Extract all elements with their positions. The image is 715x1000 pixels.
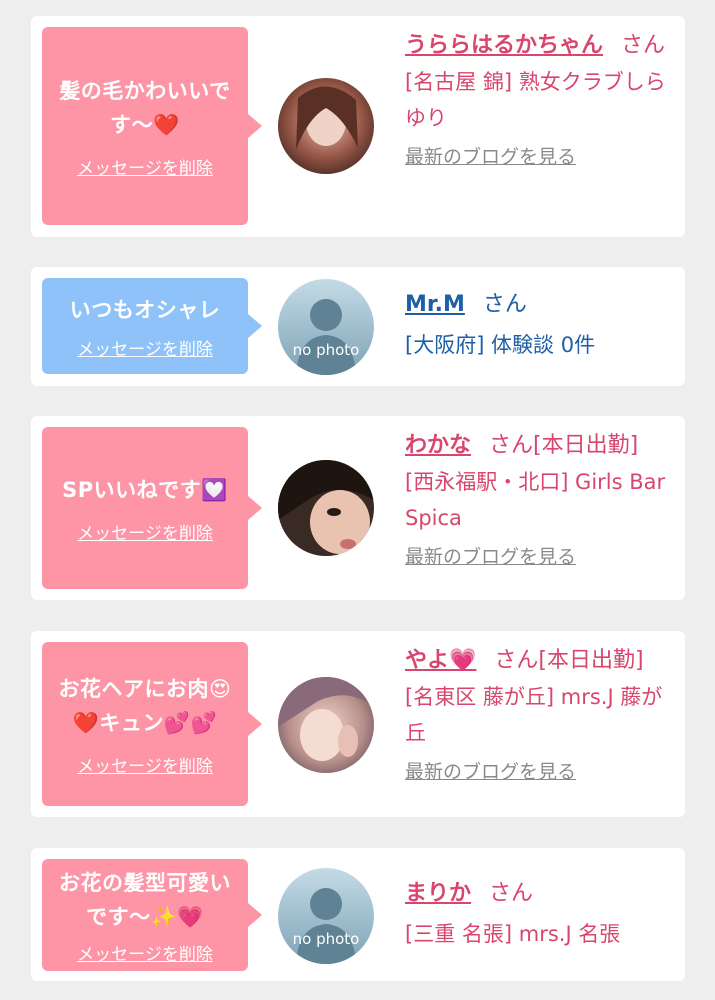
user-name-link[interactable]: まりか <box>405 881 471 906</box>
shop-info: [名東区 藤が丘] mrs.J 藤が丘 <box>405 685 663 745</box>
message-bubble: いつもオシャレ メッセージを削除 <box>42 278 262 374</box>
message-bubble: お花ヘアにお肉😍❤️キュン💕💕 メッセージを削除 <box>42 642 262 806</box>
user-name-link[interactable]: うららはるかちゃん <box>405 33 603 58</box>
shop-info: [名古屋 錦] 熟女クラブしらゆり <box>405 70 666 130</box>
message-text: お花の髪型可愛いです〜✨💗 <box>59 870 231 929</box>
shop-info: [大阪府] 体験談 0件 <box>405 333 596 357</box>
message-text: いつもオシャレ <box>69 297 221 322</box>
user-name-link[interactable]: やよ💗 <box>405 648 476 673</box>
honorific: さん <box>621 33 666 58</box>
user-info: うららはるかちゃん さん [名古屋 錦] 熟女クラブしらゆり 最新のブログを見る <box>405 28 675 172</box>
message-card: いつもオシャレ メッセージを削除 no photo Mr.M さん [大阪府] 体… <box>31 267 685 386</box>
message-card: お花の髪型可愛いです〜✨💗 メッセージを削除 no photo まりか さん [三… <box>31 848 685 981</box>
delete-message-link[interactable]: メッセージを削除 <box>77 752 213 777</box>
latest-blog-link[interactable]: 最新のブログを見る <box>405 542 576 572</box>
delete-message-link[interactable]: メッセージを削除 <box>77 154 213 179</box>
message-card: お花ヘアにお肉😍❤️キュン💕💕 メッセージを削除 やよ💗 さん[本日出勤] [名東… <box>31 631 685 817</box>
user-info: Mr.M さん [大阪府] 体験談 0件 <box>405 287 675 363</box>
no-photo-label: no photo <box>293 341 360 359</box>
user-info: まりか さん [三重 名張] mrs.J 名張 <box>405 876 675 952</box>
avatar[interactable] <box>278 460 374 556</box>
message-bubble: お花の髪型可愛いです〜✨💗 メッセージを削除 <box>42 859 262 971</box>
delete-message-link[interactable]: メッセージを削除 <box>77 519 213 544</box>
message-card: SPいいねです💟 メッセージを削除 わかな さん[本日出勤] [西永福駅・北口] … <box>31 416 685 600</box>
avatar[interactable] <box>278 78 374 174</box>
message-text: 髪の毛かわいいです〜❤️ <box>59 78 231 137</box>
message-bubble: 髪の毛かわいいです〜❤️ メッセージを削除 <box>42 27 262 225</box>
user-name-link[interactable]: わかな <box>405 433 471 458</box>
shop-info: [三重 名張] mrs.J 名張 <box>405 922 621 946</box>
message-card: 髪の毛かわいいです〜❤️ メッセージを削除 うららはるかちゃん さん [名古屋 錦… <box>31 16 685 237</box>
user-info: わかな さん[本日出勤] [西永福駅・北口] Girls Bar Spica 最新… <box>405 428 675 572</box>
honorific: さん[本日出勤] <box>494 648 644 673</box>
honorific: さん <box>482 292 527 317</box>
user-info: やよ💗 さん[本日出勤] [名東区 藤が丘] mrs.J 藤が丘 最新のブログを見… <box>405 643 675 787</box>
honorific: さん[本日出勤] <box>489 433 639 458</box>
no-photo-label: no photo <box>293 930 360 948</box>
delete-message-link[interactable]: メッセージを削除 <box>77 335 213 360</box>
honorific: さん <box>489 881 534 906</box>
avatar[interactable] <box>278 677 374 773</box>
user-name-link[interactable]: Mr.M <box>405 292 465 317</box>
message-text: SPいいねです💟 <box>62 477 228 502</box>
delete-message-link[interactable]: メッセージを削除 <box>77 940 213 965</box>
avatar[interactable]: no photo <box>278 868 374 964</box>
message-bubble: SPいいねです💟 メッセージを削除 <box>42 427 262 589</box>
latest-blog-link[interactable]: 最新のブログを見る <box>405 142 576 172</box>
latest-blog-link[interactable]: 最新のブログを見る <box>405 757 576 787</box>
message-text: お花ヘアにお肉😍❤️キュン💕💕 <box>58 676 232 735</box>
shop-info: [西永福駅・北口] Girls Bar Spica <box>405 470 666 530</box>
avatar[interactable]: no photo <box>278 279 374 375</box>
